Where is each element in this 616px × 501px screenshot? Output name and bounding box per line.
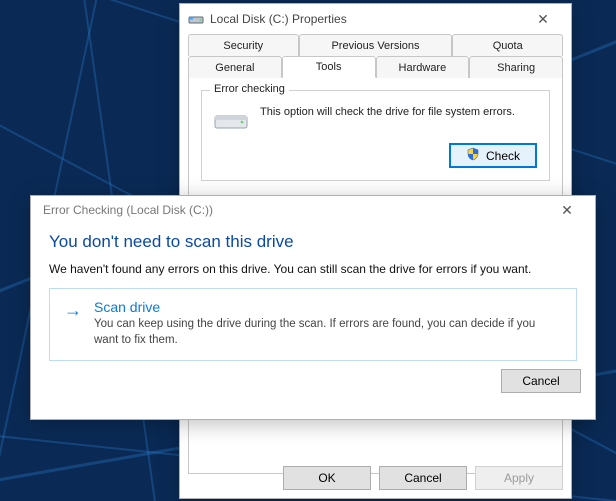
dialog-cancel-button[interactable]: Cancel	[501, 369, 581, 393]
error-checking-description: This option will check the drive for fil…	[260, 101, 537, 133]
apply-button: Apply	[475, 466, 563, 490]
button-label: Cancel	[522, 374, 559, 388]
tab-label: General	[215, 62, 254, 74]
tab-label: Sharing	[497, 62, 535, 74]
check-button-label: Check	[486, 149, 520, 163]
scan-drive-title: Scan drive	[94, 299, 554, 315]
tab-quota[interactable]: Quota	[452, 34, 563, 56]
tabs-row-upper: Security Previous Versions Quota	[188, 34, 563, 56]
properties-titlebar[interactable]: Local Disk (C:) Properties ✕	[180, 4, 571, 34]
arrow-right-icon: →	[64, 301, 82, 348]
tab-label: Security	[223, 40, 263, 52]
cancel-button[interactable]: Cancel	[379, 466, 467, 490]
tab-general[interactable]: General	[188, 56, 282, 78]
properties-footer: OK Cancel Apply	[188, 466, 563, 490]
tab-hardware[interactable]: Hardware	[376, 56, 470, 78]
button-label: Cancel	[404, 471, 441, 485]
tab-previous-versions[interactable]: Previous Versions	[299, 34, 453, 56]
tab-label: Quota	[493, 40, 523, 52]
tab-label: Tools	[316, 61, 342, 73]
dialog-heading: You don't need to scan this drive	[49, 232, 577, 252]
tab-tools[interactable]: Tools	[282, 56, 376, 78]
button-label: OK	[318, 471, 335, 485]
ok-button[interactable]: OK	[283, 466, 371, 490]
scan-drive-text: You can keep using the drive during the …	[94, 317, 554, 348]
tab-label: Hardware	[399, 62, 447, 74]
drive-icon	[214, 107, 248, 133]
properties-title: Local Disk (C:) Properties	[210, 12, 347, 26]
properties-close-button[interactable]: ✕	[523, 5, 563, 33]
shield-icon	[466, 147, 480, 164]
error-checking-group: Error checking This option will check th…	[201, 90, 550, 181]
scan-drive-option[interactable]: → Scan drive You can keep using the driv…	[49, 288, 577, 361]
tabs-row-lower: General Tools Hardware Sharing	[188, 56, 563, 78]
disk-icon	[188, 11, 204, 27]
tab-security[interactable]: Security	[188, 34, 299, 56]
error-checking-dialog: Error Checking (Local Disk (C:)) ✕ You d…	[30, 195, 596, 420]
dialog-title: Error Checking (Local Disk (C:))	[43, 203, 213, 217]
close-icon: ✕	[561, 202, 573, 219]
dialog-close-button[interactable]: ✕	[547, 196, 587, 224]
group-legend: Error checking	[210, 83, 289, 95]
check-button[interactable]: Check	[449, 143, 537, 168]
dialog-subtext: We haven't found any errors on this driv…	[49, 262, 577, 276]
close-icon: ✕	[537, 11, 549, 28]
dialog-content: You don't need to scan this drive We hav…	[31, 224, 595, 361]
tab-label: Previous Versions	[331, 40, 419, 52]
button-label: Apply	[504, 471, 534, 485]
tab-sharing[interactable]: Sharing	[469, 56, 563, 78]
dialog-titlebar[interactable]: Error Checking (Local Disk (C:)) ✕	[31, 196, 595, 224]
